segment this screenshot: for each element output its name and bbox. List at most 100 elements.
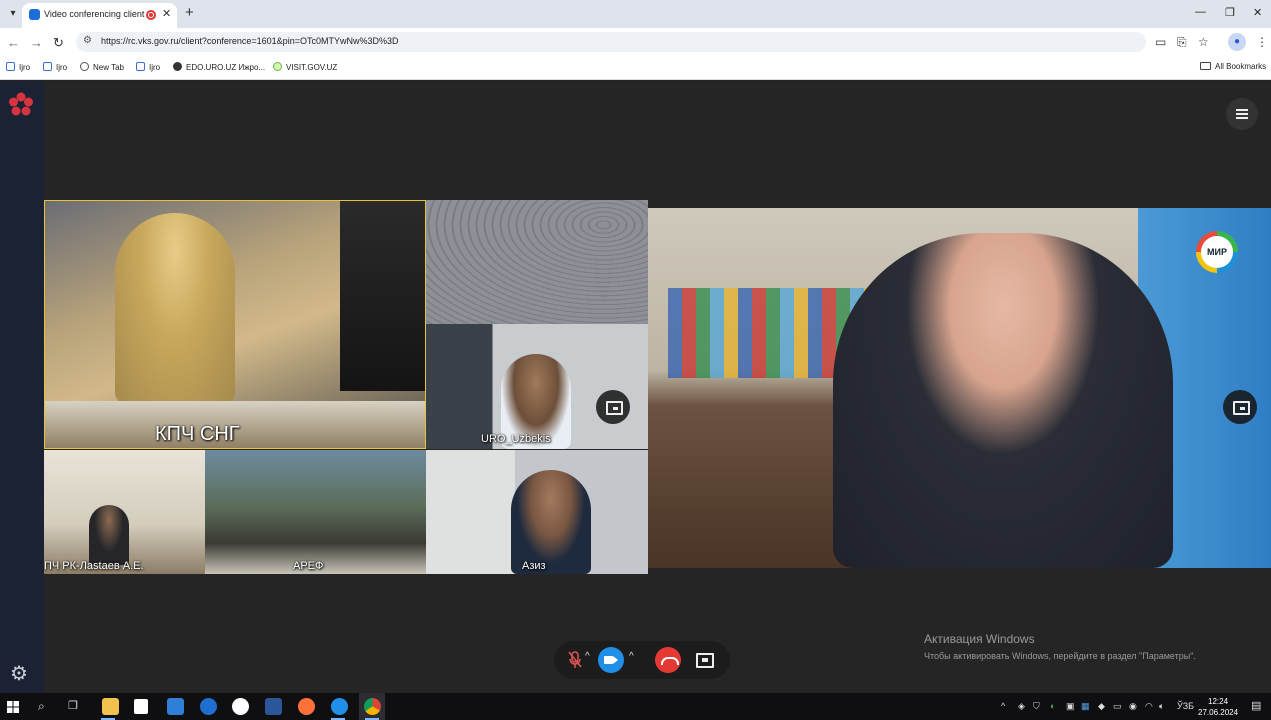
telegram-icon[interactable]: [331, 698, 348, 715]
mic-muted-icon[interactable]: [568, 651, 582, 669]
reload-icon[interactable]: ↻: [53, 35, 64, 51]
video-main-speaker[interactable]: [648, 208, 1271, 568]
call-controls: ^ ^: [554, 641, 730, 679]
tray-display-icon[interactable]: ▭: [1113, 701, 1122, 712]
bookmark-icon: [43, 62, 52, 71]
tab-title: Video conferencing client: [44, 9, 145, 19]
conference-stage: КПЧ СНГ URO_Uzbekis ПЧ РК-Лаstaeв А.Е. А…: [44, 81, 1271, 693]
clock-date: 27.06.2024: [1198, 708, 1239, 717]
windows-activation-watermark: Активация Windows Чтобы активировать Win…: [924, 632, 1196, 661]
bookmark-ijro-3[interactable]: Ijro: [136, 62, 160, 72]
video-tile-uro-uzbekis[interactable]: URO_Uzbekis: [426, 324, 648, 449]
site-info-icon[interactable]: ⚙: [83, 35, 92, 46]
video-tile-aziz[interactable]: Азиз: [426, 450, 648, 574]
url-text: https://rc.vks.gov.ru/client?conference=…: [101, 36, 399, 46]
speaker-video: [833, 233, 1173, 568]
tray-app-icon[interactable]: ◈: [1018, 701, 1025, 712]
word-icon[interactable]: [265, 698, 282, 715]
bookmark-star-icon[interactable]: ☆: [1198, 35, 1209, 49]
install-app-icon[interactable]: ⎘: [1177, 35, 1187, 50]
picture-in-picture-icon[interactable]: [1223, 390, 1257, 424]
tab-search-icon[interactable]: ▾: [4, 5, 22, 23]
bookmark-ijro-1[interactable]: Ijro: [6, 62, 30, 72]
all-bookmarks[interactable]: All Bookmarks: [1200, 62, 1266, 71]
url-input[interactable]: ⚙ https://rc.vks.gov.ru/client?conferenc…: [76, 32, 1146, 52]
hamburger-menu-icon[interactable]: [1226, 98, 1258, 130]
visit-logo-icon: [273, 62, 282, 71]
camera-toggle-button[interactable]: [598, 647, 624, 673]
close-window-icon[interactable]: ✕: [1253, 6, 1262, 19]
close-tab-icon[interactable]: ✕: [162, 7, 171, 20]
kebab-menu-icon[interactable]: ⋮: [1256, 35, 1268, 49]
tray-lock-icon[interactable]: ▣: [1066, 701, 1075, 712]
task-view-icon[interactable]: ❐: [68, 699, 78, 712]
folder-icon: [1200, 62, 1211, 70]
picture-in-picture-icon[interactable]: [596, 390, 630, 424]
windows-start-icon[interactable]: [7, 701, 19, 713]
bookmark-ijro-2[interactable]: Ijro: [43, 62, 67, 72]
tray-security-icon[interactable]: ◐: [1050, 701, 1055, 711]
file-explorer-icon[interactable]: [102, 698, 119, 715]
screen-share-icon[interactable]: [694, 650, 714, 670]
participant-video: [511, 470, 591, 574]
video-tile-pch-rk[interactable]: ПЧ РК-Лаstaeв А.Е.: [44, 450, 205, 574]
search-icon[interactable]: ⌕: [38, 699, 45, 714]
settings-gear-icon[interactable]: ⚙: [10, 661, 28, 686]
participant-name: АРЕФ: [293, 560, 324, 572]
tray-app-icon[interactable]: ◆: [1098, 701, 1105, 712]
tray-app-icon[interactable]: ◉: [1129, 701, 1137, 712]
firefox-icon[interactable]: [298, 698, 315, 715]
bookmark-edo[interactable]: EDO.URO.UZ Ижро...: [173, 62, 265, 72]
mic-options-chevron-icon[interactable]: ^: [585, 651, 590, 662]
app-logo-icon[interactable]: [7, 91, 35, 119]
forward-icon[interactable]: →: [30, 35, 43, 50]
camera-options-chevron-icon[interactable]: ^: [629, 651, 634, 662]
app-sidebar: ⚙: [0, 81, 44, 693]
profile-avatar-icon[interactable]: ●: [1228, 33, 1246, 51]
globe-icon: [80, 62, 89, 71]
clock-time: 12:24: [1208, 697, 1229, 706]
address-bar-row: ← → ↻ ⚙ https://rc.vks.gov.ru/client?con…: [0, 28, 1271, 56]
participant-name: URO_Uzbekis: [481, 433, 551, 445]
participant-name: Азиз: [522, 560, 546, 572]
camera-in-use-icon[interactable]: ▭: [1155, 35, 1166, 49]
bookmarks-bar: Ijro Ijro New Tab Ijro EDO.URO.UZ Ижро..…: [0, 56, 1271, 80]
mir-logo-text: МИР: [1201, 236, 1233, 268]
store-icon[interactable]: [134, 699, 148, 714]
participant-video-right: [340, 201, 425, 391]
bookmark-new-tab[interactable]: New Tab: [80, 62, 124, 72]
bookmark-icon: [136, 62, 145, 71]
minimize-icon[interactable]: —: [1195, 6, 1206, 18]
participant-name: ПЧ РК-Лаstaeв А.Е.: [44, 560, 144, 572]
video-tile-kpch-sng[interactable]: КПЧ СНГ: [44, 200, 426, 449]
clock[interactable]: 12:24 27.06.2024: [1198, 696, 1238, 718]
back-icon[interactable]: ←: [7, 35, 20, 50]
mir-channel-logo: МИР: [1196, 231, 1238, 273]
volume-icon[interactable]: 🔈︎: [1159, 701, 1164, 712]
participant-video: [89, 505, 129, 565]
video-tile-empty[interactable]: [426, 200, 648, 324]
mail-icon[interactable]: [167, 698, 184, 715]
show-hidden-icons-chevron-icon[interactable]: ^: [1001, 701, 1005, 711]
restore-icon[interactable]: ❐: [1225, 6, 1235, 19]
site-favicon-icon: [29, 9, 40, 20]
chrome-icon[interactable]: [364, 698, 381, 715]
notifications-icon[interactable]: ▤: [1251, 699, 1261, 712]
activation-text: Чтобы активировать Windows, перейдите в …: [924, 651, 1196, 661]
tray-network-app-icon[interactable]: ▦: [1081, 701, 1090, 712]
tray-wifi-icon[interactable]: ◠: [1145, 701, 1153, 712]
video-tile-aref[interactable]: АРЕФ: [205, 450, 426, 574]
yandex-browser-icon[interactable]: [232, 698, 249, 715]
participant-name: КПЧ СНГ: [155, 423, 240, 445]
browser-tab-bar: ▾ Video conferencing client ✕ + — ❐ ✕: [0, 0, 1271, 28]
tray-shield-icon[interactable]: ⛉: [1033, 701, 1040, 712]
tab-video-conferencing[interactable]: Video conferencing client ✕: [22, 3, 177, 28]
info-icon: [173, 62, 182, 71]
new-tab-icon[interactable]: +: [185, 4, 194, 21]
edge-icon[interactable]: [200, 698, 217, 715]
recording-icon: [146, 10, 156, 20]
language-indicator[interactable]: ЎЗБ: [1177, 701, 1194, 711]
hang-up-button[interactable]: [655, 647, 681, 673]
bookmark-visit[interactable]: VISIT.GOV.UZ: [273, 62, 337, 72]
participant-video: [115, 213, 235, 403]
